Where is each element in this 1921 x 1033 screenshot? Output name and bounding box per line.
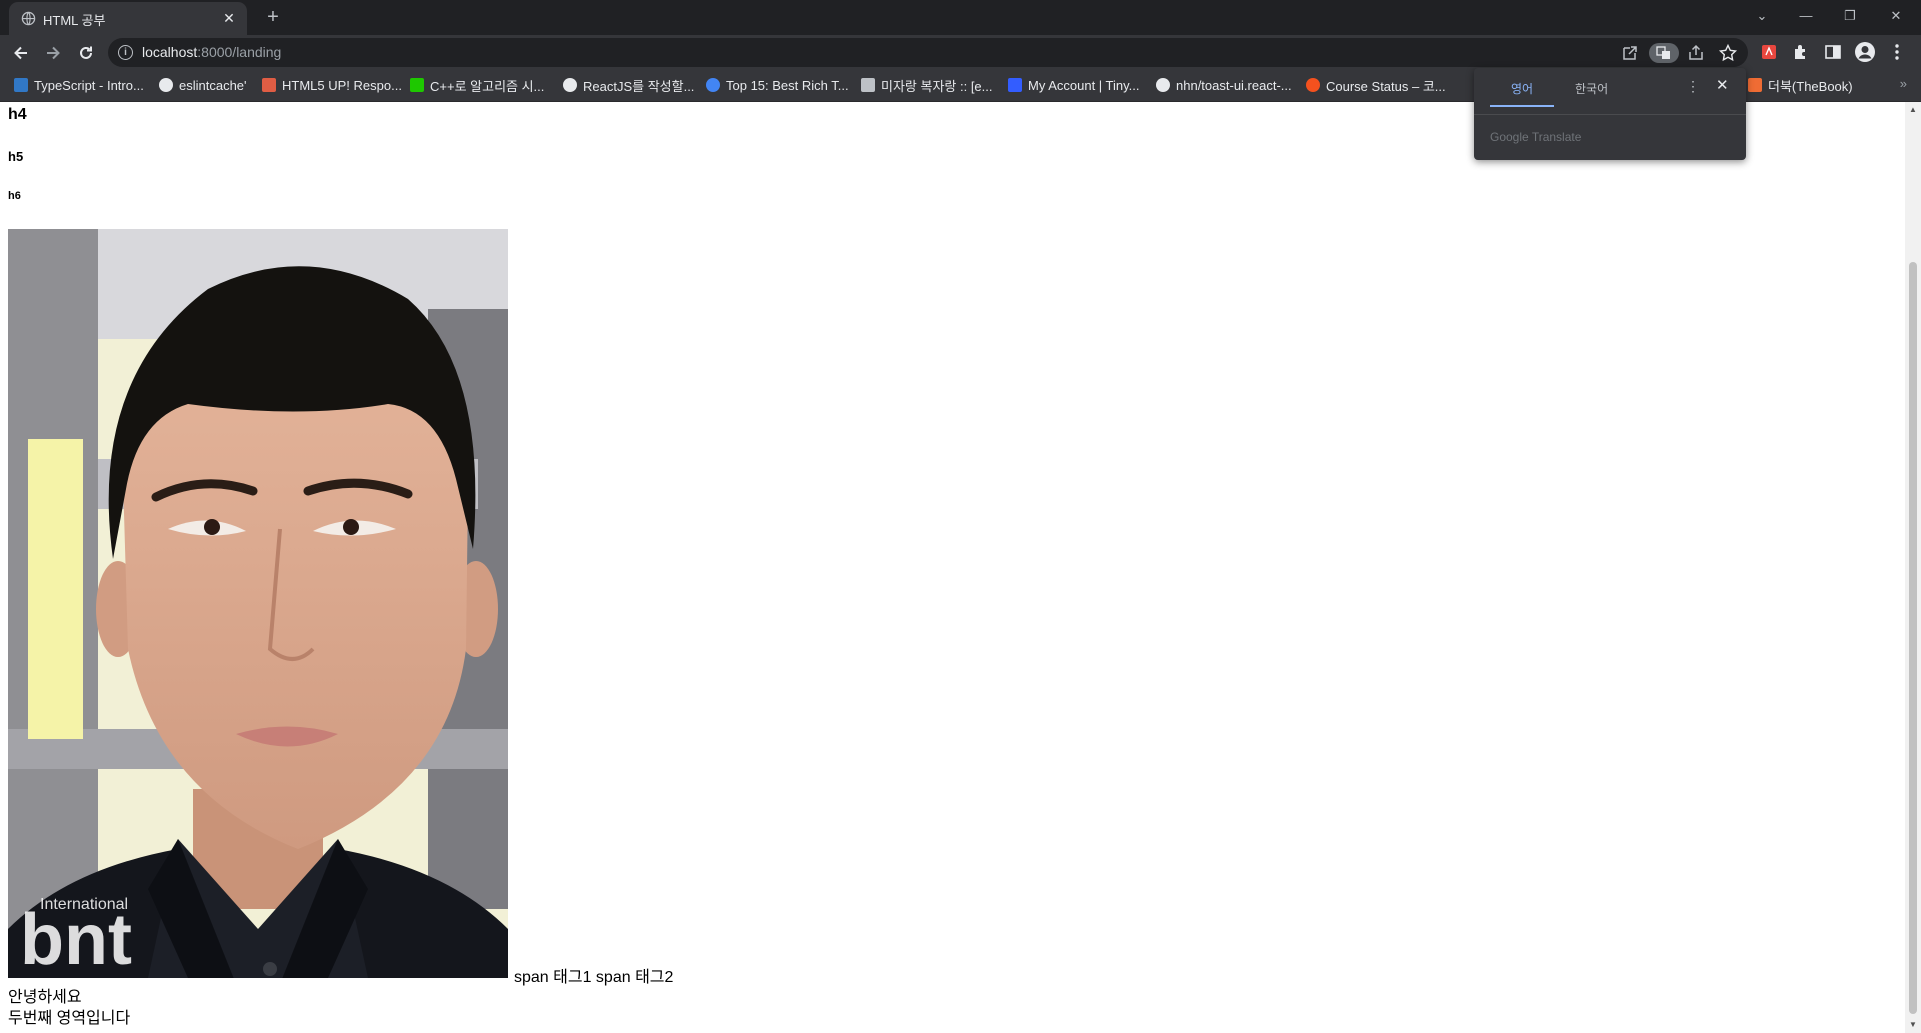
reload-icon bbox=[80, 46, 92, 59]
divider bbox=[1474, 114, 1746, 115]
active-tab-indicator bbox=[1490, 105, 1554, 107]
bookmark-tistory[interactable]: 미자랑 복자랑 :: [e... bbox=[861, 70, 993, 100]
heading-h6: h6 bbox=[8, 190, 21, 202]
url-text[interactable]: localhost:8000/landing bbox=[142, 44, 281, 60]
bookmark-label: 더북(TheBook) bbox=[1768, 78, 1853, 94]
site-icon bbox=[1306, 78, 1320, 92]
close-window-button[interactable]: ✕ bbox=[1876, 2, 1916, 30]
forward-arrow-icon bbox=[47, 46, 60, 60]
bookmark-label: ReactJS를 작성할... bbox=[583, 78, 695, 94]
forward-button[interactable] bbox=[40, 40, 66, 66]
naver-blog-icon bbox=[410, 78, 424, 92]
minimize-button[interactable]: — bbox=[1786, 2, 1826, 30]
translate-target-tab[interactable]: 한국어 bbox=[1575, 80, 1608, 97]
tab-close-icon[interactable]: ✕ bbox=[221, 10, 237, 26]
watermark-large: bnt bbox=[20, 900, 132, 978]
bookmark-typescript[interactable]: TypeScript - Intro... bbox=[14, 70, 144, 100]
url-path: :8000/landing bbox=[197, 44, 282, 60]
translate-source-tab[interactable]: 영어 bbox=[1511, 80, 1533, 97]
extensions-puzzle-icon[interactable] bbox=[1790, 41, 1812, 63]
translate-popup: 영어 한국어 ⋮ ✕ Google Translate bbox=[1474, 68, 1746, 160]
restore-button[interactable]: ❐ bbox=[1830, 2, 1870, 30]
bookmark-eslintcache[interactable]: eslintcache' bbox=[159, 70, 247, 100]
bookmark-label: C++로 알고리즘 시... bbox=[430, 78, 545, 94]
browser-toolbar: i localhost:8000/landing bbox=[0, 35, 1921, 70]
globe-icon bbox=[21, 11, 36, 26]
bookmark-github-toast[interactable]: nhn/toast-ui.react-... bbox=[1156, 70, 1292, 100]
span-text: span 태그1 span 태그2 bbox=[514, 969, 674, 986]
bookmark-label: Course Status – 코... bbox=[1326, 78, 1446, 94]
bookmark-star-icon[interactable] bbox=[1718, 43, 1738, 63]
bookmark-label: TypeScript - Intro... bbox=[34, 77, 144, 93]
typescript-icon bbox=[14, 78, 28, 92]
back-button[interactable] bbox=[8, 40, 34, 66]
bookmark-thebook[interactable]: 더북(TheBook) bbox=[1748, 70, 1853, 100]
google-translate-label: Google Translate bbox=[1490, 130, 1582, 144]
translate-icon[interactable] bbox=[1649, 43, 1679, 63]
tab-title: HTML 공부 bbox=[43, 13, 106, 28]
bookmark-html5up[interactable]: HTML5 UP! Respo... bbox=[262, 70, 402, 100]
tab-search-icon[interactable]: ⌄ bbox=[1742, 2, 1782, 30]
page-content: h4 h5 h6 International bnt span 태그1 span… bbox=[0, 102, 1905, 1033]
more-options-icon[interactable]: ⋮ bbox=[1686, 78, 1700, 95]
scroll-up-icon[interactable]: ▲ bbox=[1909, 106, 1917, 114]
bookmark-label: My Account | Tiny... bbox=[1028, 77, 1140, 93]
github-icon bbox=[1156, 78, 1170, 92]
tab-strip: HTML 공부 ✕ + ⌄ — ❐ ✕ bbox=[0, 0, 1921, 35]
tistory-icon bbox=[861, 78, 875, 92]
url-host: localhost bbox=[142, 44, 198, 60]
globe-icon bbox=[563, 78, 577, 92]
bookmark-label: nhn/toast-ui.react-... bbox=[1176, 77, 1292, 93]
bookmark-label: Top 15: Best Rich T... bbox=[726, 77, 849, 93]
new-tab-button[interactable]: + bbox=[262, 6, 284, 28]
bookmark-cpp-algorithm[interactable]: C++로 알고리즘 시... bbox=[410, 70, 544, 100]
heading-h5: h5 bbox=[8, 149, 24, 164]
scroll-down-icon[interactable]: ▼ bbox=[1909, 1021, 1917, 1029]
globe-icon bbox=[159, 78, 173, 92]
html5up-icon bbox=[262, 78, 276, 92]
bookmark-course-status[interactable]: Course Status – 코... bbox=[1306, 70, 1446, 100]
bookmark-label: eslintcache' bbox=[179, 77, 247, 93]
site-icon bbox=[706, 78, 720, 92]
bookmark-label: 미자랑 복자랑 :: [e... bbox=[881, 78, 993, 94]
side-panel-icon[interactable] bbox=[1822, 41, 1844, 63]
extension-acrobat-icon[interactable] bbox=[1758, 41, 1780, 63]
profile-avatar-icon[interactable] bbox=[1854, 41, 1876, 63]
second-area-text: 두번째 영역입니다 bbox=[8, 1010, 131, 1027]
open-in-app-icon[interactable] bbox=[1620, 43, 1640, 63]
bookmark-tiny[interactable]: My Account | Tiny... bbox=[1008, 70, 1140, 100]
scroll-thumb[interactable] bbox=[1909, 262, 1917, 1014]
share-icon[interactable] bbox=[1686, 43, 1706, 63]
bookmark-label: HTML5 UP! Respo... bbox=[282, 77, 402, 93]
reload-button[interactable] bbox=[73, 40, 99, 66]
info-icon[interactable]: i bbox=[118, 45, 133, 60]
browser-menu-icon[interactable] bbox=[1886, 41, 1908, 63]
bookmark-top15[interactable]: Top 15: Best Rich T... bbox=[706, 70, 849, 100]
address-bar[interactable]: i localhost:8000/landing bbox=[108, 38, 1748, 67]
page-scrollbar[interactable]: ▲ ▼ bbox=[1905, 102, 1921, 1033]
back-arrow-icon bbox=[14, 46, 27, 60]
bookmark-reactjs[interactable]: ReactJS를 작성할... bbox=[563, 70, 694, 100]
portrait-photo: International bnt bbox=[8, 229, 508, 978]
bookmarks-overflow-button[interactable]: » bbox=[1900, 76, 1907, 91]
tiny-icon bbox=[1008, 78, 1022, 92]
close-icon[interactable]: ✕ bbox=[1716, 76, 1729, 94]
heading-h4: h4 bbox=[8, 106, 27, 123]
thebook-icon bbox=[1748, 78, 1762, 92]
active-tab[interactable]: HTML 공부 ✕ bbox=[9, 2, 247, 35]
